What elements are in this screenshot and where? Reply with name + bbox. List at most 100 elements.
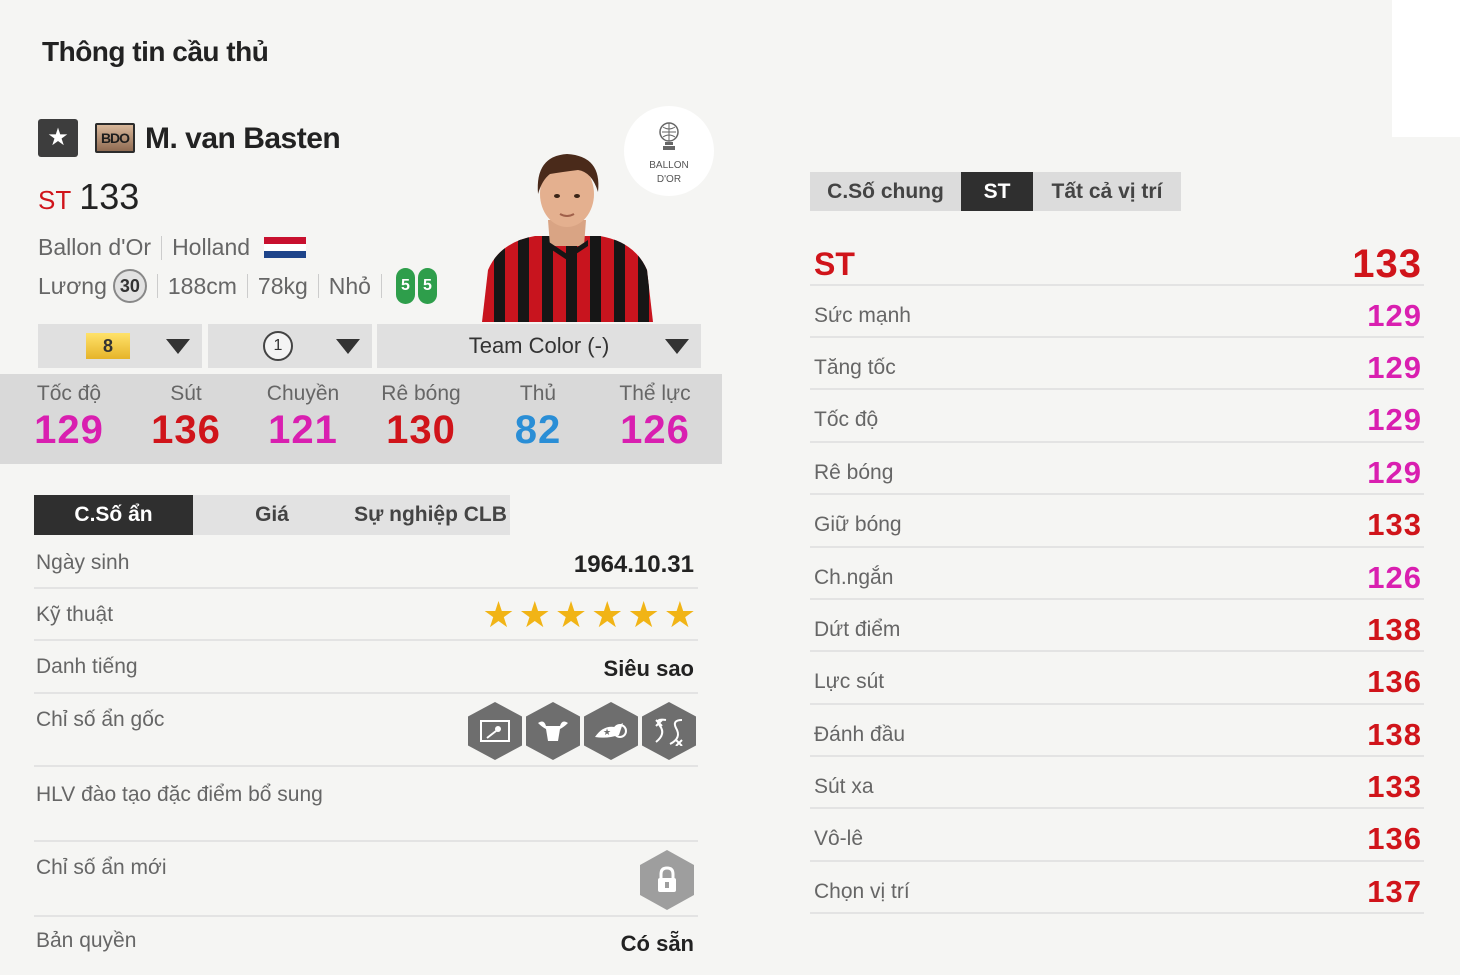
position-stat-row: Ch.ngắn 126: [810, 548, 1424, 600]
tab-hidden-stats[interactable]: C.Số ẩn: [34, 495, 193, 535]
level-badge: 8: [86, 333, 130, 359]
team-color-dropdown[interactable]: Team Color (-): [377, 324, 701, 368]
stat-physical: Thể lực 126: [596, 382, 714, 453]
bull-icon[interactable]: [526, 702, 580, 760]
position-stat-label: Ch.ngắn: [814, 566, 894, 589]
position-stat-label: Giữ bóng: [814, 513, 902, 536]
stat-label: Sút: [170, 382, 202, 405]
logo-text-line1: BALLON: [649, 160, 689, 171]
tab-all-positions[interactable]: Tất cả vị trí: [1033, 172, 1181, 211]
reputation-label: Danh tiếng: [36, 655, 138, 678]
finesse-shot-icon[interactable]: [468, 702, 522, 760]
salary-label: Lương: [38, 272, 107, 299]
license-value: Có sẵn: [620, 931, 694, 956]
salary-badge: 30: [112, 269, 147, 303]
position-stat-row: Đánh đầu 138: [810, 705, 1424, 757]
stat-label: Thủ: [519, 382, 557, 405]
stat-passing: Chuyền 121: [244, 382, 362, 453]
divider: [161, 235, 163, 260]
position-stat-value: 138: [1367, 717, 1422, 752]
row-birthdate: Ngày sinh 1964.10.31: [34, 537, 698, 589]
weight: 78kg: [257, 272, 308, 299]
rank-dropdown[interactable]: 1: [208, 324, 372, 368]
height: 188cm: [167, 272, 237, 299]
birthdate-label: Ngày sinh: [36, 551, 130, 574]
position-stat-value: 129: [1367, 402, 1422, 437]
birthdate-value: 1964.10.31: [573, 551, 694, 578]
reputation-value: Siêu sao: [603, 656, 694, 681]
chevron-down-icon: [665, 339, 689, 354]
position-stat-label: Tăng tốc: [814, 356, 896, 379]
position-stat-value: 129: [1367, 455, 1422, 490]
skill-label: Kỹ thuật: [36, 603, 114, 626]
position-stat-value: 136: [1367, 664, 1422, 699]
star-icon: ★: [591, 594, 624, 635]
divider: [156, 274, 158, 298]
nation: Holland: [172, 234, 251, 260]
position-stat-value: 137: [1367, 874, 1422, 909]
license-label: Bản quyền: [36, 929, 137, 952]
position-stat-label: Vô-lê: [814, 827, 864, 850]
team-color-label: Team Color (-): [468, 333, 610, 358]
position-stat-row: Rê bóng 129: [810, 443, 1424, 495]
position-tabs: C.Số chung ST Tất cả vị trí: [810, 172, 1181, 211]
new-traits-label: Chỉ số ẩn mới: [36, 856, 167, 879]
lock-icon[interactable]: [640, 850, 694, 910]
row-new-traits: Chỉ số ẩn mới: [34, 842, 698, 917]
playmaker-icon[interactable]: [642, 702, 696, 760]
position-stat-value: 126: [1367, 560, 1422, 595]
divider: [380, 274, 382, 298]
position-header-row: ST 133: [810, 236, 1424, 286]
left-foot-icon: 5: [395, 268, 415, 304]
coach-traits-label: HLV đào tạo đặc điểm bổ sung: [36, 783, 323, 806]
tab-price[interactable]: Giá: [193, 495, 351, 535]
stat-label: Thể lực: [619, 382, 691, 405]
divider: [246, 274, 248, 298]
row-reputation: Danh tiếng Siêu sao: [34, 641, 698, 694]
svg-text:★: ★: [603, 728, 611, 738]
position-stat-row: Lực sút 136: [810, 652, 1424, 705]
star-icon: ★: [518, 594, 551, 635]
row-license: Bản quyền Có sẵn: [34, 917, 698, 967]
foot-icons: 5 5: [395, 268, 437, 304]
detail-tabs: C.Số ẩn Giá Sự nghiệp CLB: [34, 495, 510, 535]
stat-value: 121: [268, 408, 338, 452]
position-stat-label: Dứt điểm: [814, 618, 901, 641]
position-stat-value: 133: [1367, 507, 1422, 542]
position-header-value: 133: [1352, 242, 1422, 286]
traits-label: Chỉ số ẩn gốc: [36, 708, 165, 731]
logo-text-line2: D'OR: [656, 174, 682, 185]
player-name: M. van Basten: [145, 122, 341, 155]
star-icon: ★: [554, 594, 588, 635]
stat-label: Tốc độ: [36, 382, 102, 405]
row-traits: Chỉ số ẩn gốc ★: [34, 694, 698, 767]
stat-pace: Tốc độ 129: [10, 382, 128, 453]
divider: [317, 274, 319, 298]
stat-dribbling: Rê bóng 130: [362, 382, 480, 453]
position-stat-row: Tăng tốc 129: [810, 338, 1424, 390]
tab-st[interactable]: ST: [961, 172, 1033, 211]
info-row-club: Ballon d'Or Holland: [38, 234, 307, 261]
position-stat-row: Chọn vị trí 137: [810, 862, 1424, 914]
row-skill: Kỹ thuật ★ ★ ★ ★ ★ ★: [34, 589, 698, 641]
tab-general-stats[interactable]: C.Số chung: [810, 172, 961, 211]
stat-defending: Thủ 82: [479, 382, 597, 453]
skill-stars: ★ ★ ★ ★ ★ ★: [482, 597, 696, 633]
position-stat-label: Tốc độ: [814, 408, 879, 431]
level-dropdown[interactable]: 8: [38, 324, 202, 368]
position-header-label: ST: [814, 246, 855, 282]
ovr-value: 133: [79, 176, 140, 217]
tab-club-career[interactable]: Sự nghiệp CLB: [351, 495, 510, 535]
position-stat-value: 129: [1367, 350, 1422, 385]
star-icon: ★: [627, 594, 660, 635]
speed-dribbler-icon[interactable]: ★: [584, 702, 638, 760]
position-stat-label: Đánh đầu: [814, 723, 906, 746]
position-ovr: ST 133: [38, 176, 139, 218]
stat-value: 126: [620, 408, 690, 452]
position-stat-row: Sút xa 133: [810, 757, 1424, 809]
position-stat-label: Sức mạnh: [814, 304, 911, 327]
favorite-star-icon[interactable]: ★: [38, 119, 78, 157]
chevron-down-icon: [166, 339, 190, 354]
trait-icons: ★: [468, 702, 696, 760]
stat-value: 136: [151, 408, 221, 452]
